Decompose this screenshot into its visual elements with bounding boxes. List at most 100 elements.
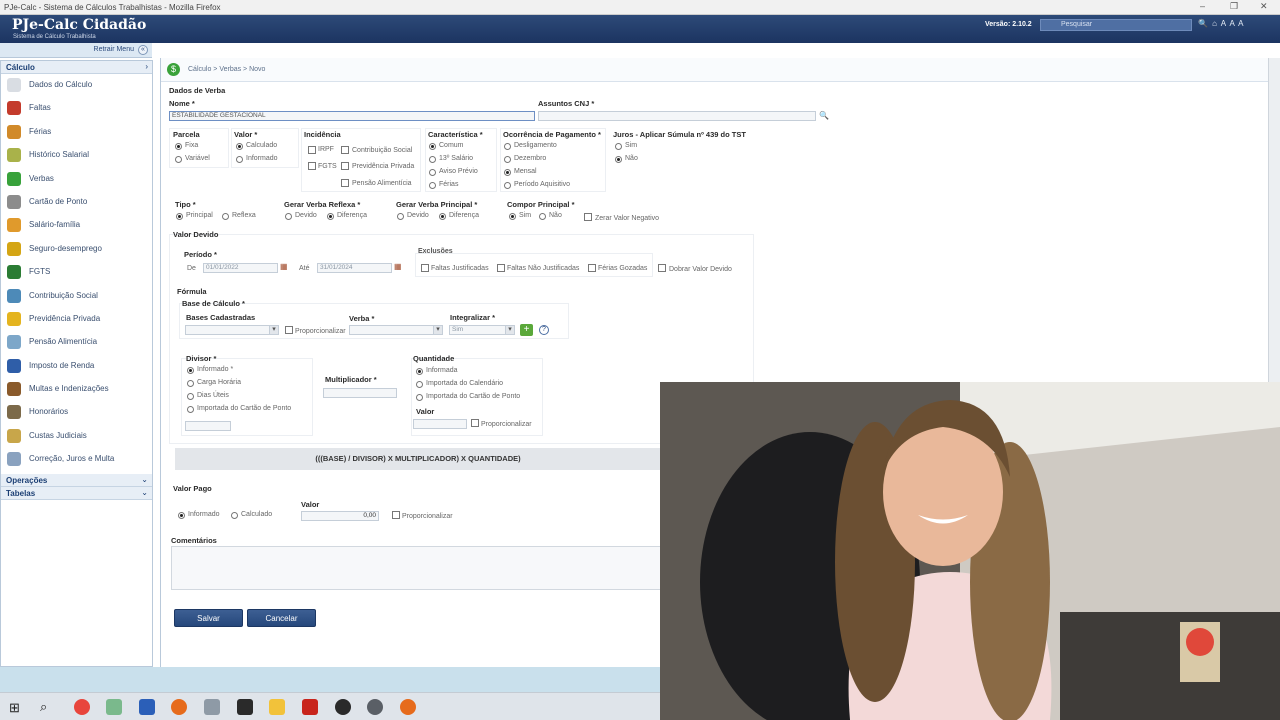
quantidade-proporcionalizar-checkbox[interactable] (471, 419, 479, 427)
faltas-nao-justificadas-checkbox[interactable] (497, 264, 505, 272)
calendar-icon[interactable]: ▦ (394, 262, 402, 271)
chrome-icon[interactable] (74, 699, 90, 715)
ferias-radio[interactable] (429, 182, 436, 189)
sidebar-item-honor-rios[interactable]: Honorários (1, 401, 152, 424)
folder-icon[interactable] (269, 699, 285, 715)
mensal-radio[interactable] (504, 169, 511, 176)
firefox-icon[interactable] (171, 699, 187, 715)
zerar-negativo-checkbox[interactable] (584, 213, 592, 221)
dias-uteis-radio[interactable] (187, 393, 194, 400)
divisor-cartao-radio[interactable] (187, 406, 194, 413)
multiplicador-input[interactable] (323, 388, 397, 398)
sidebar-item-sal-rio-fam-lia[interactable]: Salário-família (1, 214, 152, 237)
compor-sim-radio[interactable] (509, 213, 516, 220)
carga-horaria-radio[interactable] (187, 380, 194, 387)
fgts-checkbox[interactable] (308, 162, 316, 170)
pago-valor-input[interactable]: 0,00 (301, 511, 379, 521)
notepad-icon[interactable] (106, 699, 122, 715)
sidebar-section-calculo[interactable]: Cálculo › (1, 61, 152, 74)
sidebar-item-previd-ncia-privada[interactable]: Previdência Privada (1, 308, 152, 331)
principal-devido-radio[interactable] (397, 213, 404, 220)
add-icon[interactable]: + (520, 324, 533, 336)
sidebar-section-tabelas[interactable]: Tabelas ⌄ (1, 486, 152, 500)
valor-informado-radio[interactable] (236, 156, 243, 163)
comentarios-textarea[interactable] (171, 546, 661, 590)
sidebar-item-multas-e-indeniza-es[interactable]: Multas e Indenizações (1, 378, 152, 401)
pago-calculado-radio[interactable] (231, 512, 238, 519)
sidebar-item-corre-o-juros-e-multa[interactable]: Correção, Juros e Multa (1, 448, 152, 471)
close-icon[interactable]: ✕ (1260, 1, 1268, 12)
acrobat-icon[interactable] (302, 699, 318, 715)
sidebar-section-operacoes[interactable]: Operações ⌄ (1, 473, 152, 487)
quantidade-calendario-radio[interactable] (416, 381, 423, 388)
sidebar-item-custas-judiciais[interactable]: Custas Judiciais (1, 425, 152, 448)
sidebar-item-pens-o-aliment-cia[interactable]: Pensão Alimentícia (1, 331, 152, 354)
windows-start-icon[interactable]: ⊞ (9, 700, 20, 716)
reflexa-devido-radio[interactable] (285, 213, 292, 220)
previdencia-checkbox[interactable] (341, 162, 349, 170)
base-proporcionalizar-checkbox[interactable] (285, 326, 293, 334)
faltas-justificadas-checkbox[interactable] (421, 264, 429, 272)
periodo-aquisitivo-radio[interactable] (504, 182, 511, 189)
periodo-de-input[interactable]: 01/01/2022 (203, 263, 278, 273)
media-icon[interactable] (335, 699, 351, 715)
calculator-icon[interactable] (204, 699, 220, 715)
reflexa-diferenca-radio[interactable] (327, 213, 334, 220)
sidebar-item-contribui-o-social[interactable]: Contribuição Social (1, 285, 152, 308)
parcela-fixa-radio[interactable] (175, 143, 182, 150)
sidebar-item-faltas[interactable]: Faltas (1, 97, 152, 120)
dobrar-checkbox[interactable] (658, 264, 666, 272)
cancel-button[interactable]: Cancelar (247, 609, 316, 627)
sidebar-item-seguro-desemprego[interactable]: Seguro-desemprego (1, 238, 152, 261)
verba-select[interactable] (349, 325, 443, 335)
sidebar-item-cart-o-de-ponto[interactable]: Cartão de Ponto (1, 191, 152, 214)
divisor-value-input[interactable] (185, 421, 231, 431)
desligamento-radio[interactable] (504, 143, 511, 150)
bases-cadastradas-select[interactable] (185, 325, 279, 335)
quantidade-informada-radio[interactable] (416, 368, 423, 375)
integralizar-select[interactable]: Sim (449, 325, 515, 335)
app-icon[interactable] (237, 699, 253, 715)
sidebar-item-f-rias[interactable]: Férias (1, 121, 152, 144)
divisor-informado-radio[interactable] (187, 367, 194, 374)
search-input[interactable]: Pesquisar (1040, 19, 1192, 31)
assuntos-input[interactable] (538, 111, 816, 121)
firefox-active-icon[interactable] (400, 699, 416, 715)
collapse-menu-button[interactable]: Retrair Menu « (0, 43, 152, 58)
quantidade-cartao-radio[interactable] (416, 394, 423, 401)
aviso-previo-radio[interactable] (429, 169, 436, 176)
periodo-ate-input[interactable]: 31/01/2024 (317, 263, 392, 273)
help-icon[interactable]: ? (539, 325, 549, 335)
calendar-icon[interactable]: ▦ (280, 262, 288, 271)
restore-icon[interactable]: ❐ (1230, 1, 1238, 12)
sidebar-item-verbas[interactable]: Verbas (1, 168, 152, 191)
principal-diferenca-radio[interactable] (439, 213, 446, 220)
save-button[interactable]: Salvar (174, 609, 243, 627)
ferias-gozadas-checkbox[interactable] (588, 264, 596, 272)
sidebar-item-fgts[interactable]: FGTS (1, 261, 152, 284)
sidebar-item-imposto-de-renda[interactable]: Imposto de Renda (1, 355, 152, 378)
parcela-variavel-radio[interactable] (175, 156, 182, 163)
nome-input[interactable]: ESTABILIDADE GESTACIONAL (169, 111, 535, 121)
irpf-checkbox[interactable] (308, 146, 316, 154)
sidebar-item-hist-rico-salarial[interactable]: Histórico Salarial (1, 144, 152, 167)
minimize-icon[interactable]: – (1200, 1, 1205, 11)
settings-icon[interactable] (367, 699, 383, 715)
pensao-checkbox[interactable] (341, 179, 349, 187)
pago-informado-radio[interactable] (178, 512, 185, 519)
quantidade-valor-input[interactable] (413, 419, 467, 429)
valor-calculado-radio[interactable] (236, 143, 243, 150)
compor-nao-radio[interactable] (539, 213, 546, 220)
contribuicao-checkbox[interactable] (341, 146, 349, 154)
pago-proporcionalizar-checkbox[interactable] (392, 511, 400, 519)
juros-nao-radio[interactable] (615, 156, 622, 163)
juros-sim-radio[interactable] (615, 143, 622, 150)
word-icon[interactable] (139, 699, 155, 715)
13-salario-radio[interactable] (429, 156, 436, 163)
search-icon[interactable]: ⌕ (40, 699, 47, 715)
dezembro-radio[interactable] (504, 156, 511, 163)
header-tools-icon[interactable]: 🔍 ⌂ A A A (1198, 19, 1244, 28)
search-icon[interactable]: 🔍 (819, 111, 829, 120)
tipo-reflexa-radio[interactable] (222, 213, 229, 220)
tipo-principal-radio[interactable] (176, 213, 183, 220)
